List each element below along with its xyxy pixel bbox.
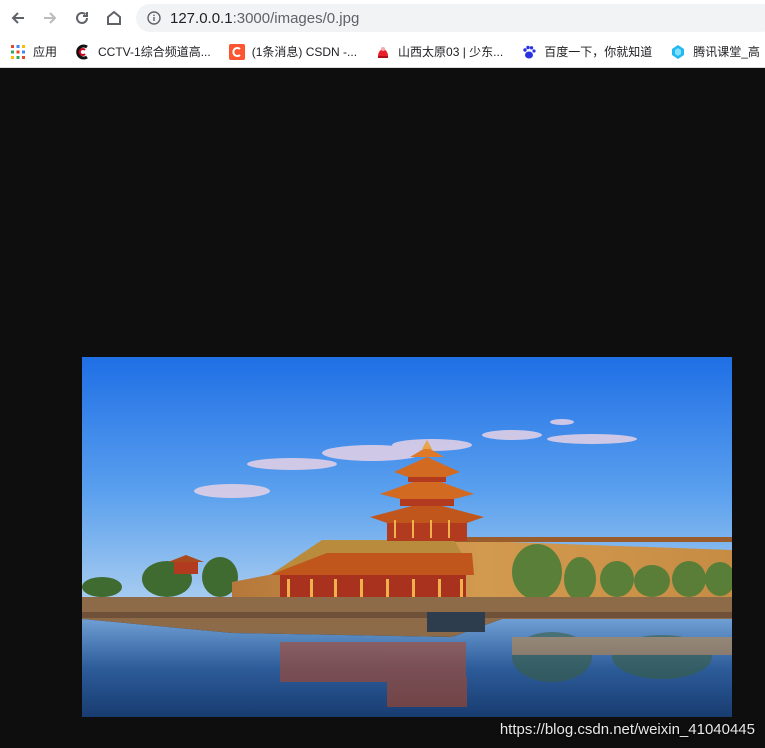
site-info-icon[interactable] [146, 10, 162, 26]
tencent-classroom-icon [670, 44, 686, 60]
bookmark-label: CCTV-1综合频道高... [98, 45, 211, 59]
bookmark-apps[interactable]: 应用 [0, 39, 65, 65]
csdn-logo-icon [228, 43, 245, 60]
reload-icon [76, 11, 88, 24]
image-viewer: https://blog.csdn.net/weixin_41040445 [0, 68, 765, 748]
bookmark-tencent-classroom[interactable]: 腾讯课堂_高 [660, 39, 765, 65]
bookmarks-bar: 应用 CCTV-1综合频道高... (1条消息) CSDN -... 山西太原0… [0, 36, 765, 68]
bookmark-label: 山西太原03 | 少东... [398, 45, 504, 59]
bookmark-csdn[interactable]: (1条消息) CSDN -... [219, 39, 365, 65]
back-button[interactable] [4, 4, 32, 32]
bookmark-shanxi[interactable]: 山西太原03 | 少东... [365, 39, 511, 65]
home-button[interactable] [100, 4, 128, 32]
bookmark-label: 应用 [33, 45, 58, 59]
reload-button[interactable] [68, 4, 96, 32]
cctv-logo-icon [75, 44, 91, 60]
back-arrow-icon [11, 12, 24, 24]
bookmark-baidu[interactable]: 百度一下，你就知道 [511, 39, 660, 65]
url-path: :3000/images/0.jpg [232, 9, 360, 27]
browser-toolbar: 127.0.0.1:3000/images/0.jpg [0, 0, 765, 36]
site-logo-icon [375, 44, 391, 60]
home-icon [107, 10, 121, 25]
bookmark-label: (1条消息) CSDN -... [251, 45, 358, 59]
forward-arrow-icon [44, 12, 57, 24]
bookmark-label: 腾讯课堂_高 [693, 45, 760, 59]
forward-button[interactable] [36, 4, 64, 32]
baidu-paw-icon [521, 44, 537, 60]
url-text: 127.0.0.1:3000/images/0.jpg [170, 10, 359, 27]
apps-grid-icon [10, 44, 26, 60]
watermark-text: https://blog.csdn.net/weixin_41040445 [499, 721, 755, 738]
address-bar[interactable]: 127.0.0.1:3000/images/0.jpg [136, 4, 765, 32]
bookmark-label: 百度一下，你就知道 [544, 45, 653, 59]
forbidden-city-photo[interactable] [82, 357, 732, 717]
url-host: 127.0.0.1 [170, 9, 233, 27]
bookmark-cctv[interactable]: CCTV-1综合频道高... [65, 39, 219, 65]
